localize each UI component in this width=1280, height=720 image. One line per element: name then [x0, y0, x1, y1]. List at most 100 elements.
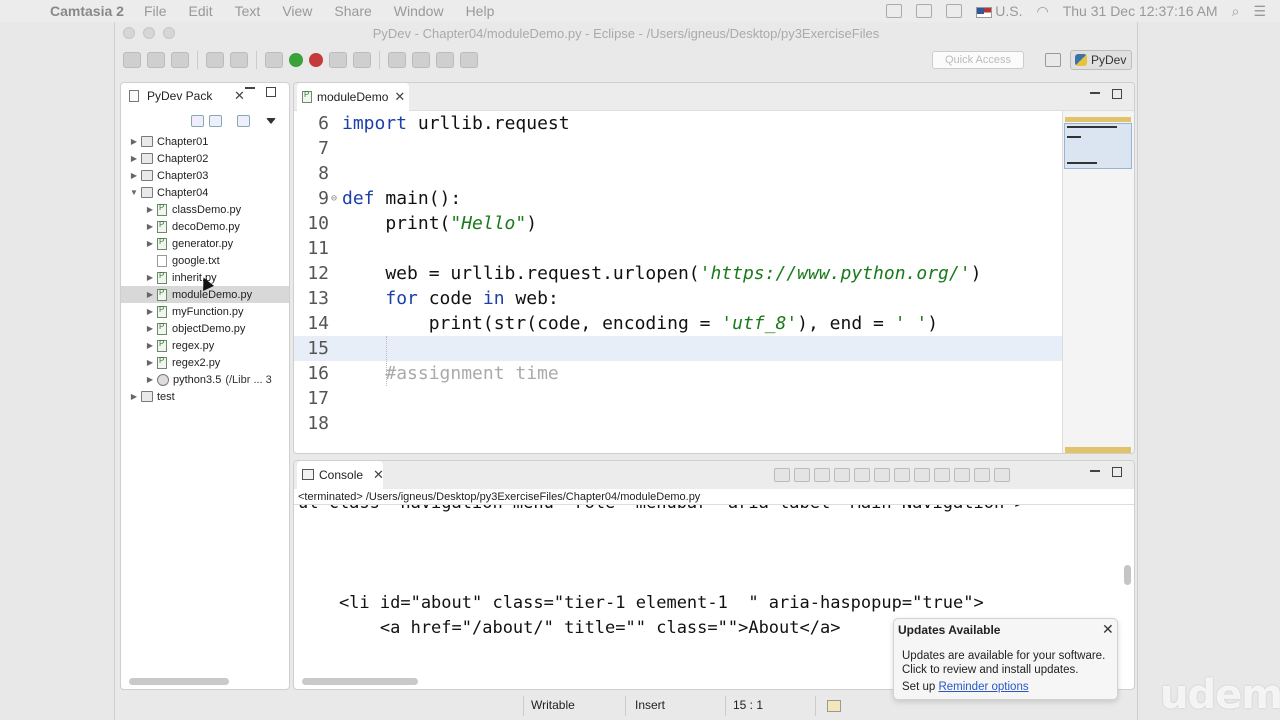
close-console-icon[interactable]: ✕	[373, 467, 384, 483]
collapsed-arrow-icon[interactable]: ▶	[145, 222, 155, 231]
tree-item[interactable]: ▶ Chapter03	[121, 167, 289, 184]
collapsed-arrow-icon[interactable]: ▶	[129, 392, 139, 401]
scroll-lock-icon[interactable]	[874, 468, 890, 482]
console-options-icon[interactable]	[834, 468, 850, 482]
menubar-clock[interactable]: Thu 31 Dec 12:37:16 AM	[1063, 3, 1218, 19]
tree-item[interactable]: ▶ test	[121, 388, 289, 405]
tree-item[interactable]: ▶ regex2.py	[121, 354, 289, 371]
console-hscrollbar[interactable]	[302, 678, 418, 685]
remove-launch-icon[interactable]	[794, 468, 810, 482]
overview-viewport[interactable]	[1064, 123, 1132, 169]
show-stdout-icon[interactable]	[914, 468, 930, 482]
show-stderr-icon[interactable]	[934, 468, 950, 482]
save-icon[interactable]	[147, 52, 165, 68]
notification-center-icon[interactable]: ☰	[1253, 3, 1266, 20]
apple-icon[interactable]	[14, 3, 28, 19]
pydev-project-icon[interactable]	[206, 52, 224, 68]
minimize-editor-icon[interactable]	[1090, 92, 1100, 94]
pin-console-icon[interactable]	[954, 468, 970, 482]
menu-share[interactable]: Share	[334, 3, 371, 19]
zoom-window-button[interactable]	[163, 27, 175, 39]
close-window-button[interactable]	[123, 27, 135, 39]
status-insert-mode[interactable]: Insert	[635, 698, 665, 712]
tree-item[interactable]: ▶ Chapter01	[121, 133, 289, 150]
collapse-all-icon[interactable]	[191, 115, 204, 127]
tree-item[interactable]: ▶ regex.py	[121, 337, 289, 354]
back-icon[interactable]	[436, 52, 454, 68]
close-view-icon[interactable]: ✕	[234, 88, 245, 104]
menu-window[interactable]: Window	[394, 3, 444, 19]
tree-item[interactable]: ▶ classDemo.py	[121, 201, 289, 218]
collapsed-arrow-icon[interactable]: ▶	[145, 273, 155, 282]
view-menu-icon[interactable]	[266, 118, 276, 124]
tree-item[interactable]: google.txt	[121, 252, 289, 269]
tab-moduledemo[interactable]: moduleDemo ✕	[297, 83, 409, 111]
quick-access-input[interactable]: Quick Access	[932, 51, 1024, 69]
tree-item[interactable]: ▼ Chapter04	[121, 184, 289, 201]
next-annotation-icon[interactable]	[388, 52, 406, 68]
remove-all-launches-icon[interactable]	[814, 468, 830, 482]
debug-icon[interactable]	[309, 53, 323, 67]
maximize-view-icon[interactable]	[266, 87, 276, 97]
display-console-icon[interactable]	[974, 468, 990, 482]
maximize-editor-icon[interactable]	[1112, 89, 1122, 99]
code-area[interactable]: 6 import urllib.request 7 8 9 ⊖ def main(): 10 …	[294, 111, 1062, 453]
tree-item[interactable]: ▶ objectDemo.py	[121, 320, 289, 337]
code-overview-ruler[interactable]	[1062, 111, 1134, 453]
code-line[interactable]: 15	[294, 336, 1062, 361]
menu-view[interactable]: View	[282, 3, 312, 19]
edit-icon[interactable]	[353, 52, 371, 68]
tree-item[interactable]: ▶ decoDemo.py	[121, 218, 289, 235]
input-source[interactable]: U.S.	[976, 3, 1023, 19]
collapsed-arrow-icon[interactable]: ▶	[129, 154, 139, 163]
clear-console-icon[interactable]	[854, 468, 870, 482]
terminate-icon[interactable]	[774, 468, 790, 482]
collapsed-arrow-icon[interactable]: ▶	[145, 341, 155, 350]
explorer-hscrollbar[interactable]	[129, 678, 229, 685]
code-line[interactable]: 18	[294, 411, 1062, 436]
console-vscrollbar[interactable]	[1124, 565, 1131, 585]
link-with-editor-icon[interactable]	[209, 115, 222, 127]
close-tab-icon[interactable]: ✕	[394, 89, 405, 105]
collapsed-arrow-icon[interactable]: ▶	[129, 171, 139, 180]
code-line[interactable]: 8	[294, 161, 1062, 186]
tree-item[interactable]: ▶ Chapter02	[121, 150, 289, 167]
open-console-icon[interactable]	[994, 468, 1010, 482]
tree-item[interactable]: ▶ generator.py	[121, 235, 289, 252]
code-line[interactable]: 13 for code in web:	[294, 286, 1062, 311]
spotlight-search-icon[interactable]: ⌕	[1232, 3, 1240, 20]
code-line[interactable]: 16 #assignment time	[294, 361, 1062, 386]
fold-toggle-icon[interactable]: ⊖	[331, 186, 337, 211]
read-only-lock-icon[interactable]	[827, 700, 841, 712]
menu-edit[interactable]: Edit	[189, 3, 213, 19]
airplay-icon[interactable]	[946, 4, 963, 18]
open-folder-icon[interactable]	[329, 52, 347, 68]
code-line[interactable]: 9 ⊖ def main():	[294, 186, 1062, 211]
code-line[interactable]: 17	[294, 386, 1062, 411]
menu-file[interactable]: File	[144, 3, 167, 19]
code-line[interactable]: 6 import urllib.request	[294, 111, 1062, 136]
record-icon[interactable]	[886, 4, 903, 18]
collapsed-arrow-icon[interactable]: ▶	[145, 205, 155, 214]
print-icon[interactable]	[171, 52, 189, 68]
code-line[interactable]: 7	[294, 136, 1062, 161]
minimize-view-icon[interactable]	[245, 87, 255, 89]
word-wrap-icon[interactable]	[894, 468, 910, 482]
code-line[interactable]: 14 print(str(code, encoding = 'utf_8'), …	[294, 311, 1062, 336]
collapsed-arrow-icon[interactable]: ▶	[145, 290, 155, 299]
collapsed-arrow-icon[interactable]: ▶	[145, 307, 155, 316]
settings-icon[interactable]	[265, 52, 283, 68]
forward-icon[interactable]	[460, 52, 478, 68]
pydev-perspective-button[interactable]: PyDev	[1070, 50, 1132, 70]
explorer-title[interactable]: PyDev Pack	[147, 89, 212, 103]
collapsed-arrow-icon[interactable]: ▶	[145, 324, 155, 333]
prev-annotation-icon[interactable]	[412, 52, 430, 68]
menu-help[interactable]: Help	[466, 3, 495, 19]
collapsed-arrow-icon[interactable]: ▶	[129, 137, 139, 146]
updates-notification[interactable]: Updates Available ✕ Updates are availabl…	[893, 618, 1118, 700]
menu-text[interactable]: Text	[235, 3, 261, 19]
new-icon[interactable]	[123, 52, 141, 68]
code-line[interactable]: 12 web = urllib.request.urlopen('https:/…	[294, 261, 1062, 286]
code-line[interactable]: 11	[294, 236, 1062, 261]
tab-console[interactable]: Console ✕	[297, 461, 384, 489]
